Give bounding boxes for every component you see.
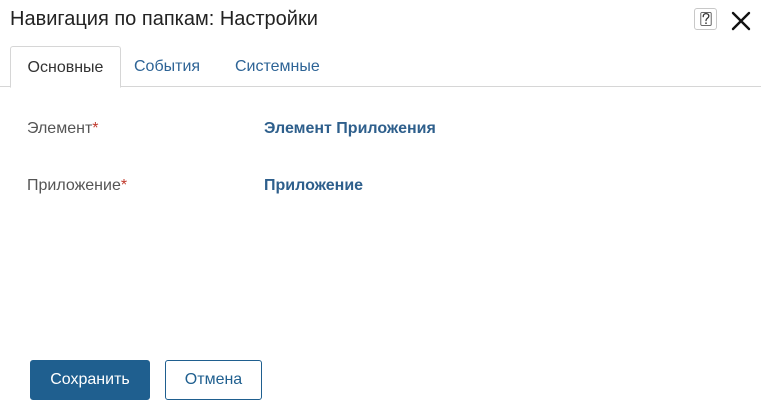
element-label-text: Элемент [27,120,93,137]
application-label-text: Приложение [27,177,121,194]
help-button[interactable] [694,8,717,30]
required-marker: * [120,177,128,194]
tab-bar: Основные События Системные [0,46,761,88]
settings-dialog: Навигация по папкам: Настройки Основные … [0,0,761,414]
tab-system[interactable]: Системные [235,46,320,87]
cancel-button[interactable]: Отмена [165,360,262,400]
application-field-value[interactable]: Приложение [264,177,363,195]
dialog-title: Навигация по папкам: Настройки [10,8,318,30]
tab-main[interactable]: Основные [10,46,121,88]
close-icon [731,11,751,31]
element-field-label: Элемент* [27,120,99,138]
required-marker: * [92,120,99,137]
element-field-value[interactable]: Элемент Приложения [264,120,436,138]
question-icon [699,12,712,26]
application-field-label: Приложение* [27,177,127,195]
close-button[interactable] [731,11,751,31]
save-button[interactable]: Сохранить [30,360,150,400]
tab-events[interactable]: События [134,46,200,87]
